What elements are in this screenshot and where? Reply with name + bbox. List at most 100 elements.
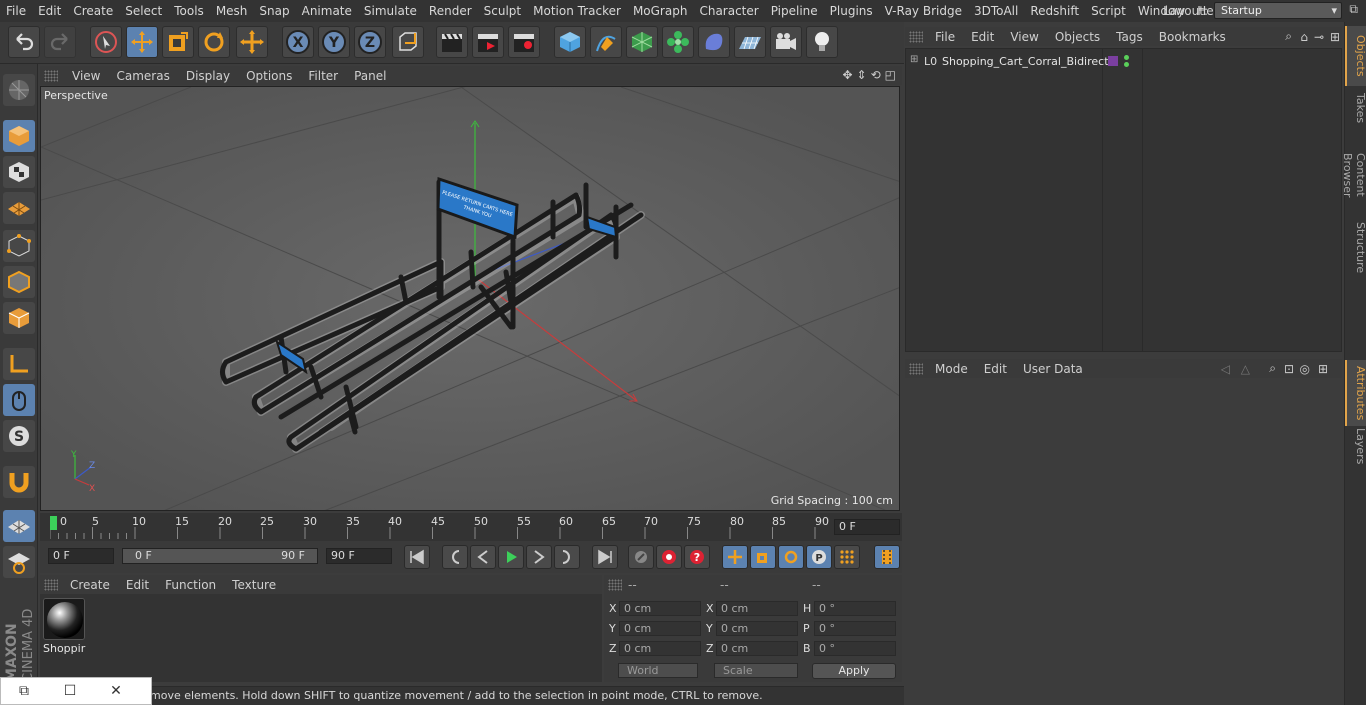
render-to-picture-viewer-button[interactable] [472, 26, 504, 58]
layer-color-swatch[interactable] [1108, 56, 1118, 66]
polygons-mode-button[interactable] [3, 302, 35, 334]
position-z-field[interactable]: 0 cm [619, 641, 701, 656]
add-spline-button[interactable] [590, 26, 622, 58]
add-camera-button[interactable] [770, 26, 802, 58]
menu-tools[interactable]: Tools [168, 4, 210, 18]
coordinate-mode-dropdown[interactable]: World [618, 663, 698, 678]
planar-workplane-button[interactable] [3, 546, 35, 578]
objects-menu-bookmarks[interactable]: Bookmarks [1151, 30, 1234, 44]
menu-select[interactable]: Select [119, 4, 168, 18]
material-menu-create[interactable]: Create [62, 578, 118, 592]
restore-window-icon[interactable]: ⧉ [1, 683, 47, 699]
playhead[interactable] [50, 516, 57, 530]
expand-icon[interactable]: ⊞ [910, 54, 918, 65]
workplane-lock-button[interactable] [3, 510, 35, 542]
tab-attributes[interactable]: Attributes [1345, 360, 1366, 426]
model-mode-button[interactable] [3, 120, 35, 152]
panel-grip-icon[interactable] [44, 69, 58, 82]
viewport-menu-display[interactable]: Display [178, 69, 238, 83]
tab-objects[interactable]: Objects [1345, 26, 1366, 86]
menu-sculpt[interactable]: Sculpt [478, 4, 527, 18]
panel-grip-icon[interactable] [909, 362, 923, 375]
snap-button[interactable] [3, 466, 35, 498]
previous-frame-button[interactable] [470, 545, 496, 569]
material-swatch[interactable] [43, 598, 85, 640]
size-y-field[interactable]: 0 cm [716, 621, 798, 636]
menu-redshift[interactable]: Redshift [1024, 4, 1085, 18]
workplane-mode-button[interactable] [3, 192, 35, 224]
render-view-button[interactable] [436, 26, 468, 58]
close-window-icon[interactable]: ✕ [93, 683, 139, 699]
size-x-field[interactable]: 0 cm [716, 601, 798, 616]
attributes-menu-user-data[interactable]: User Data [1015, 362, 1091, 376]
attributes-menu-edit[interactable]: Edit [976, 362, 1015, 376]
coordinate-system-button[interactable] [392, 26, 424, 58]
add-cube-button[interactable] [554, 26, 586, 58]
rotate-view-icon[interactable]: ⟲ [871, 68, 881, 82]
objects-menu-view[interactable]: View [1002, 30, 1046, 44]
up-arrow-icon[interactable]: △ [1241, 362, 1250, 376]
timeline-window-button[interactable] [874, 545, 900, 569]
menu-character[interactable]: Character [693, 4, 764, 18]
menu-edit[interactable]: Edit [32, 4, 67, 18]
viewport-menu-panel[interactable]: Panel [346, 69, 394, 83]
redo-button[interactable] [44, 26, 76, 58]
go-to-end-button[interactable] [592, 545, 618, 569]
previous-key-button[interactable] [442, 545, 468, 569]
viewport-menu-cameras[interactable]: Cameras [108, 69, 177, 83]
maximize-window-icon[interactable]: ☐ [47, 683, 93, 699]
home-icon[interactable]: ⌂ [1300, 30, 1308, 44]
menu-simulate[interactable]: Simulate [358, 4, 423, 18]
scale-tool-button[interactable] [162, 26, 194, 58]
tab-takes[interactable]: Takes [1345, 86, 1366, 130]
search-icon[interactable]: ⌕ [1285, 29, 1292, 44]
end-frame-field[interactable]: 90 F [326, 548, 392, 564]
z-axis-lock-button[interactable]: Z [354, 26, 386, 58]
material-menu-edit[interactable]: Edit [118, 578, 157, 592]
record-keys-button[interactable] [628, 545, 654, 569]
panel-grip-icon[interactable] [44, 578, 58, 591]
menu-render[interactable]: Render [423, 4, 478, 18]
viewport-menu-view[interactable]: View [64, 69, 108, 83]
move-tool-button[interactable] [126, 26, 158, 58]
new-panel-icon[interactable]: ⊞ [1330, 30, 1340, 44]
object-name[interactable]: Shopping_Cart_Corral_Bidirect [942, 55, 1109, 68]
rotation-p-field[interactable]: 0 ° [814, 621, 896, 636]
layout-dropdown[interactable]: Startup [1214, 2, 1342, 19]
add-mograph-button[interactable] [662, 26, 694, 58]
objects-menu-tags[interactable]: Tags [1108, 30, 1151, 44]
panel-close-icon[interactable]: ⧉ [1349, 2, 1358, 17]
dolly-view-icon[interactable]: ⇕ [857, 68, 867, 82]
points-mode-button[interactable] [3, 230, 35, 262]
viewport-menu-options[interactable]: Options [238, 69, 300, 83]
lock-icon[interactable]: ⊡ [1284, 362, 1294, 376]
keyframe-selection-button[interactable]: ? [684, 545, 710, 569]
menu-file[interactable]: File [0, 4, 32, 18]
autokeying-button[interactable] [656, 545, 682, 569]
add-environment-button[interactable] [734, 26, 766, 58]
tweak-mode-button[interactable] [3, 384, 35, 416]
render-settings-button[interactable] [508, 26, 540, 58]
undo-button[interactable] [8, 26, 40, 58]
viewport-menu-filter[interactable]: Filter [300, 69, 346, 83]
make-editable-button[interactable] [3, 74, 35, 106]
editor-visibility-dot[interactable] [1124, 55, 1129, 60]
attributes-menu-mode[interactable]: Mode [927, 362, 976, 376]
go-to-start-button[interactable] [404, 545, 430, 569]
transform-tool-button[interactable] [236, 26, 268, 58]
menu-create[interactable]: Create [67, 4, 119, 18]
play-forward-button[interactable] [498, 545, 524, 569]
menu-snap[interactable]: Snap [253, 4, 295, 18]
preview-range-slider[interactable]: 0 F 90 F [122, 548, 318, 564]
y-axis-lock-button[interactable]: Y [318, 26, 350, 58]
menu-motion-tracker[interactable]: Motion Tracker [527, 4, 627, 18]
menu-mograph[interactable]: MoGraph [627, 4, 694, 18]
rotation-h-field[interactable]: 0 ° [814, 601, 896, 616]
objects-menu-edit[interactable]: Edit [963, 30, 1002, 44]
x-axis-lock-button[interactable]: X [282, 26, 314, 58]
maximize-view-icon[interactable]: ◰ [885, 68, 896, 82]
next-key-button[interactable] [554, 545, 580, 569]
menu-plugins[interactable]: Plugins [824, 4, 879, 18]
position-key-button[interactable] [722, 545, 748, 569]
objects-menu-file[interactable]: File [927, 30, 963, 44]
